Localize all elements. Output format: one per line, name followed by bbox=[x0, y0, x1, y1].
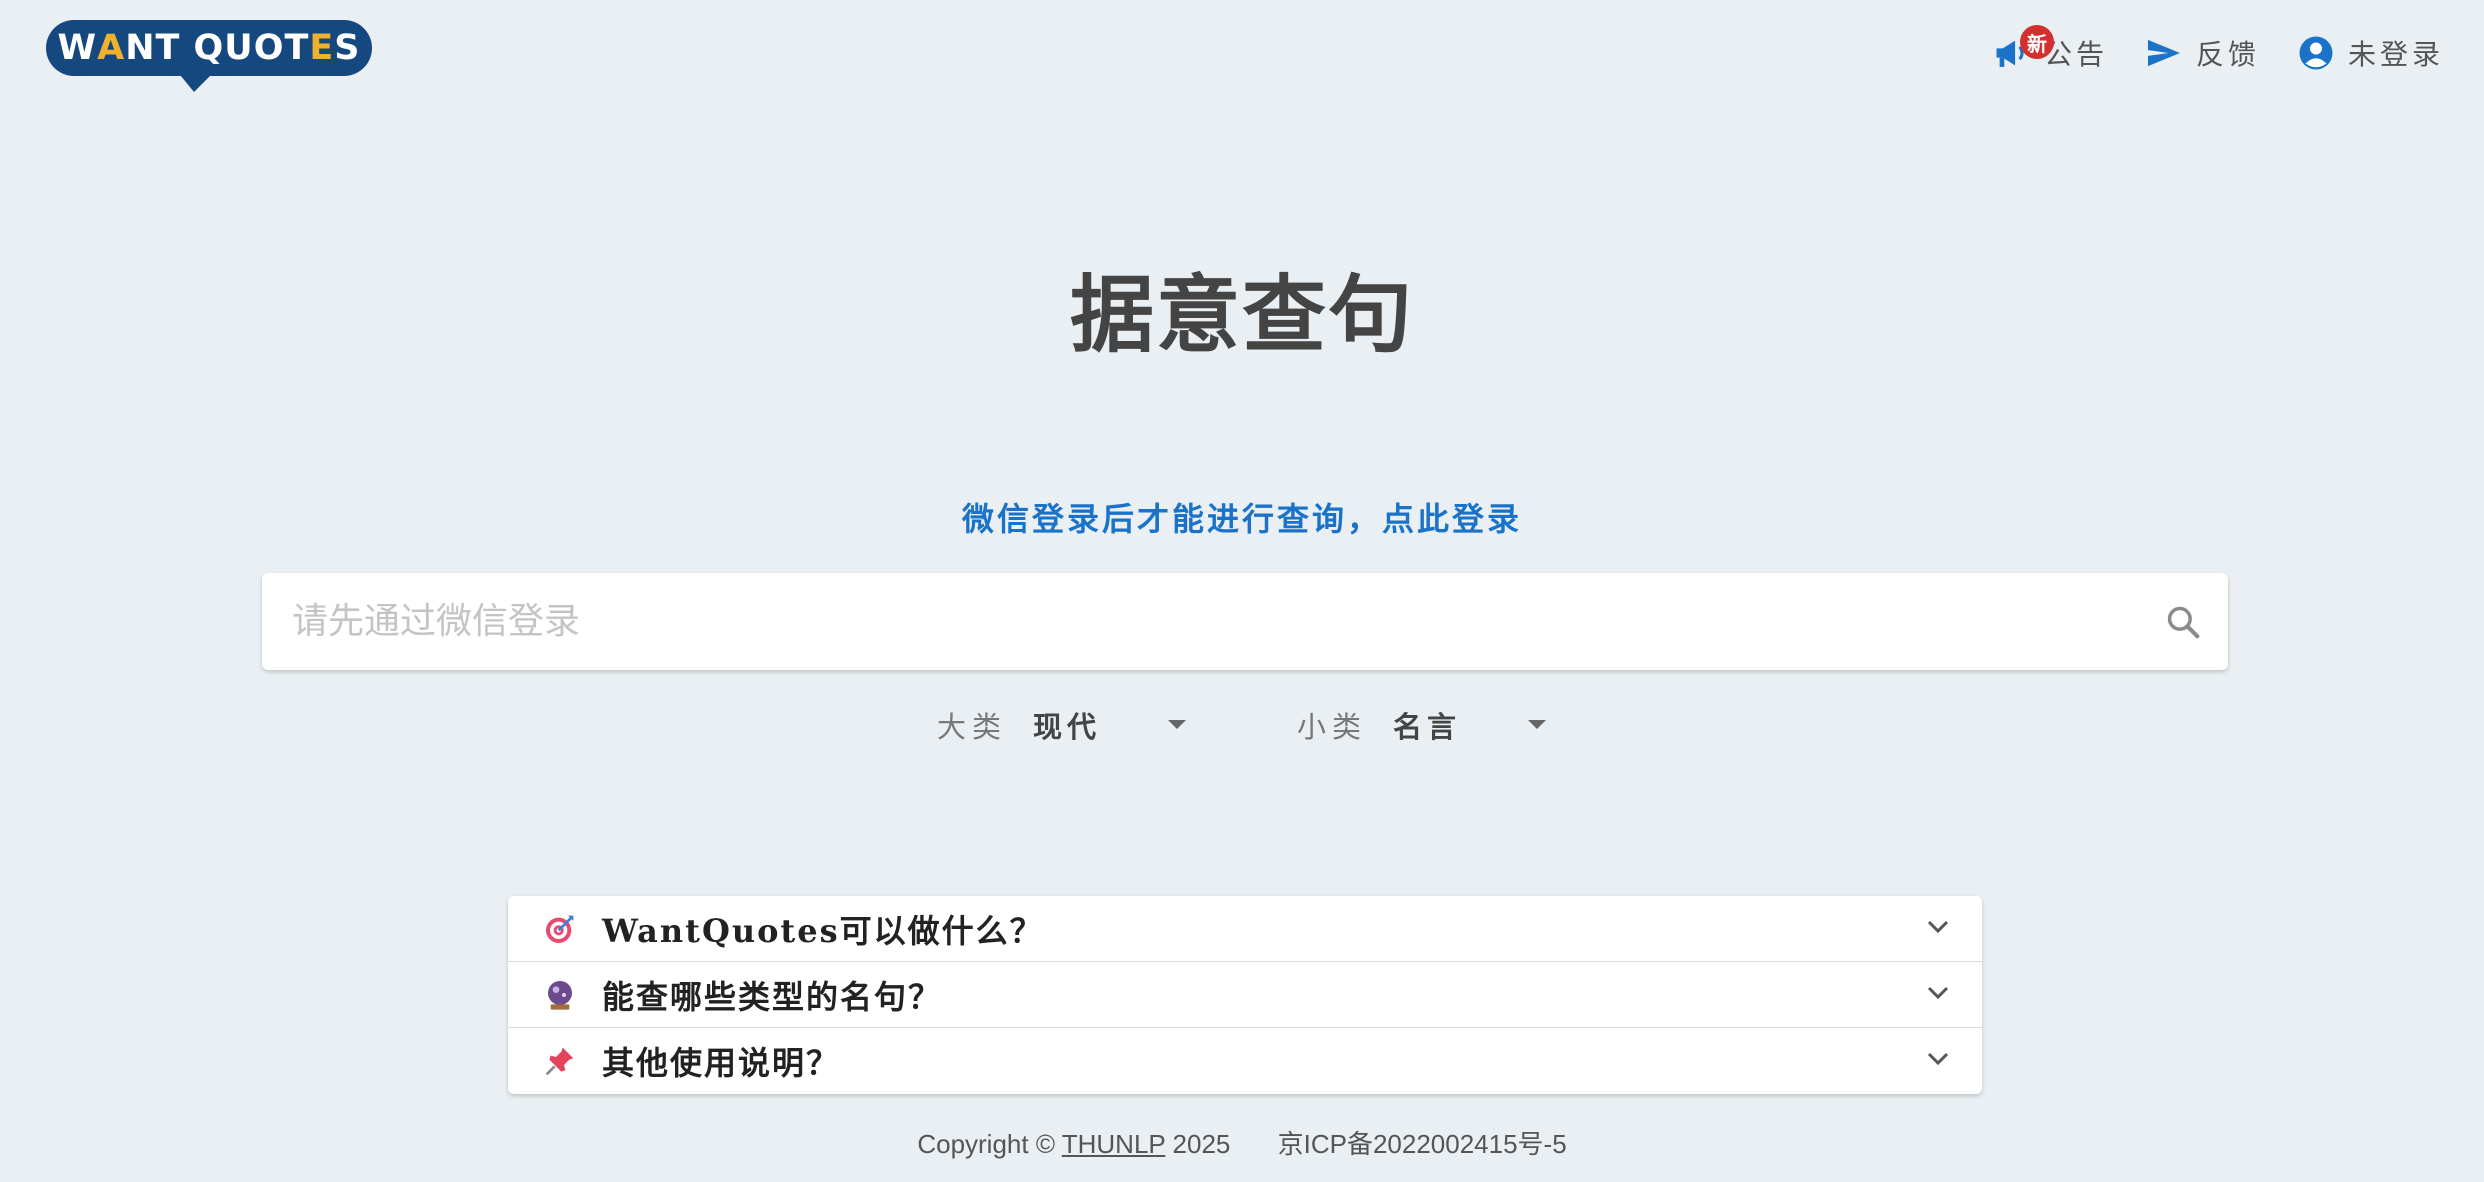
login-status-label: 未登录 bbox=[2347, 38, 2444, 71]
caret-down-icon bbox=[1527, 716, 1547, 735]
feedback-button[interactable]: 反馈 bbox=[2144, 33, 2260, 73]
faq-accordion: WantQuotes可以做什么？ 能查哪些类型的名句？ 其他使用说明？ bbox=[508, 896, 1982, 1094]
logo-speech-tail bbox=[176, 70, 216, 92]
megaphone-icon: 新 bbox=[1992, 25, 2054, 73]
major-category-caption: 大类 bbox=[937, 710, 1008, 744]
logo-text: W A NT QUOT E S bbox=[46, 20, 372, 76]
major-category-select[interactable]: 大类 现代 bbox=[937, 700, 1187, 750]
login-hint-link[interactable]: 微信登录后才能进行查询，点此登录 bbox=[0, 494, 2484, 540]
minor-category-value: 名言 bbox=[1393, 710, 1462, 744]
send-icon bbox=[2144, 33, 2184, 73]
crystal-ball-icon bbox=[540, 975, 580, 1015]
icp-license[interactable]: 京ICP备2022002415号-5 bbox=[1278, 1129, 1567, 1159]
new-badge: 新 bbox=[2019, 25, 2054, 59]
faq-item-what-can-do[interactable]: WantQuotes可以做什么？ bbox=[508, 896, 1982, 962]
logo-accent: E bbox=[309, 28, 335, 68]
chevron-down-icon bbox=[1926, 985, 1950, 1005]
faq-item-quote-types[interactable]: 能查哪些类型的名句？ bbox=[508, 962, 1982, 1028]
feedback-label: 反馈 bbox=[2195, 38, 2260, 71]
thunlp-link[interactable]: THUNLP bbox=[1062, 1129, 1166, 1159]
search-input[interactable] bbox=[262, 573, 2138, 670]
account-circle-icon bbox=[2296, 33, 2336, 73]
logo[interactable]: W A NT QUOT E S bbox=[46, 20, 372, 92]
chevron-down-icon bbox=[1926, 919, 1950, 939]
footer: Copyright © THUNLP 2025 京ICP备2022002415号… bbox=[0, 1124, 2484, 1161]
announcement-button[interactable]: 新 公告 bbox=[1992, 25, 2108, 73]
page: W A NT QUOT E S 新 公告 反馈 未登录 据意查句 微信登录后才能… bbox=[0, 0, 2484, 1182]
copyright-text: Copyright © bbox=[917, 1129, 1062, 1159]
faq-question: 能查哪些类型的名句？ bbox=[602, 977, 943, 1016]
target-icon bbox=[540, 909, 580, 949]
logo-part: W bbox=[57, 28, 98, 68]
category-selectors: 大类 现代 小类 名言 bbox=[0, 700, 2484, 750]
login-button[interactable]: 未登录 bbox=[2296, 33, 2444, 73]
logo-part: NT QUOT bbox=[125, 28, 310, 68]
search-icon[interactable] bbox=[2138, 573, 2228, 670]
chevron-down-icon bbox=[1926, 1051, 1950, 1071]
minor-category-select[interactable]: 小类 名言 bbox=[1297, 700, 1547, 750]
search-bar bbox=[262, 573, 2228, 670]
faq-question: WantQuotes可以做什么？ bbox=[602, 911, 1044, 950]
pushpin-icon bbox=[540, 1041, 580, 1081]
major-category-value: 现代 bbox=[1033, 710, 1102, 744]
minor-category-caption: 小类 bbox=[1297, 710, 1368, 744]
copyright-year: 2025 bbox=[1165, 1129, 1231, 1159]
faq-item-other-instructions[interactable]: 其他使用说明？ bbox=[508, 1028, 1982, 1094]
logo-accent: A bbox=[97, 28, 126, 68]
caret-down-icon bbox=[1167, 716, 1187, 735]
page-title: 据意查句 bbox=[1069, 265, 1414, 364]
logo-part: S bbox=[334, 28, 361, 68]
faq-question: 其他使用说明？ bbox=[602, 1044, 841, 1082]
top-nav: 新 公告 反馈 未登录 bbox=[1992, 25, 2444, 78]
